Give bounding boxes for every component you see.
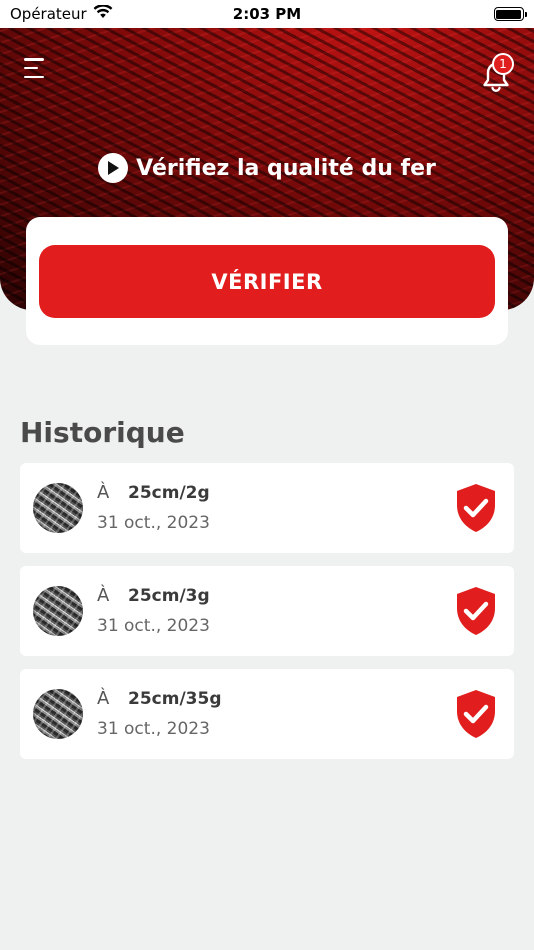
notification-button[interactable]: 1 xyxy=(480,53,516,92)
item-prefix: À xyxy=(97,585,110,606)
item-date: 31 oct., 2023 xyxy=(97,616,210,636)
rebar-thumbnail xyxy=(33,689,83,739)
history-item[interactable]: À 25cm/35g 31 oct., 2023 xyxy=(20,669,514,759)
wifi-icon xyxy=(93,4,113,23)
hamburger-menu-icon[interactable] xyxy=(24,58,48,78)
notification-badge: 1 xyxy=(492,53,514,75)
item-value: 25cm/35g xyxy=(128,689,222,709)
shield-check-icon xyxy=(457,690,495,738)
hero-title: Vérifiez la qualité du fer xyxy=(0,153,534,183)
item-prefix: À xyxy=(97,688,110,709)
item-date: 31 oct., 2023 xyxy=(97,719,210,739)
menu-line xyxy=(24,58,44,61)
shield-check-icon xyxy=(457,587,495,635)
battery-icon xyxy=(493,7,527,21)
history-list: À 25cm/2g 31 oct., 2023 À 25cm/3g 31 oct… xyxy=(20,463,514,772)
menu-line xyxy=(24,75,44,78)
carrier-label: Opérateur xyxy=(10,5,87,23)
history-item[interactable]: À 25cm/3g 31 oct., 2023 xyxy=(20,566,514,656)
status-left: Opérateur xyxy=(10,4,170,23)
item-value: 25cm/3g xyxy=(128,586,210,606)
menu-line xyxy=(24,66,38,70)
verify-button[interactable]: VÉRIFIER xyxy=(39,245,495,318)
play-circle-icon xyxy=(98,153,129,183)
rebar-thumbnail xyxy=(33,586,83,636)
rebar-thumbnail xyxy=(33,483,83,533)
status-bar: Opérateur 2:03 PM xyxy=(0,0,534,28)
verify-card: VÉRIFIER xyxy=(26,217,508,345)
status-time: 2:03 PM xyxy=(232,5,302,23)
status-right xyxy=(364,7,527,21)
item-value: 25cm/2g xyxy=(128,483,210,503)
battery-fill xyxy=(496,9,522,19)
item-date: 31 oct., 2023 xyxy=(97,513,210,533)
item-prefix: À xyxy=(97,482,110,503)
history-item[interactable]: À 25cm/2g 31 oct., 2023 xyxy=(20,463,514,553)
history-title: Historique xyxy=(20,416,185,449)
shield-check-icon xyxy=(457,484,495,532)
hero-title-text: Vérifiez la qualité du fer xyxy=(136,155,436,181)
